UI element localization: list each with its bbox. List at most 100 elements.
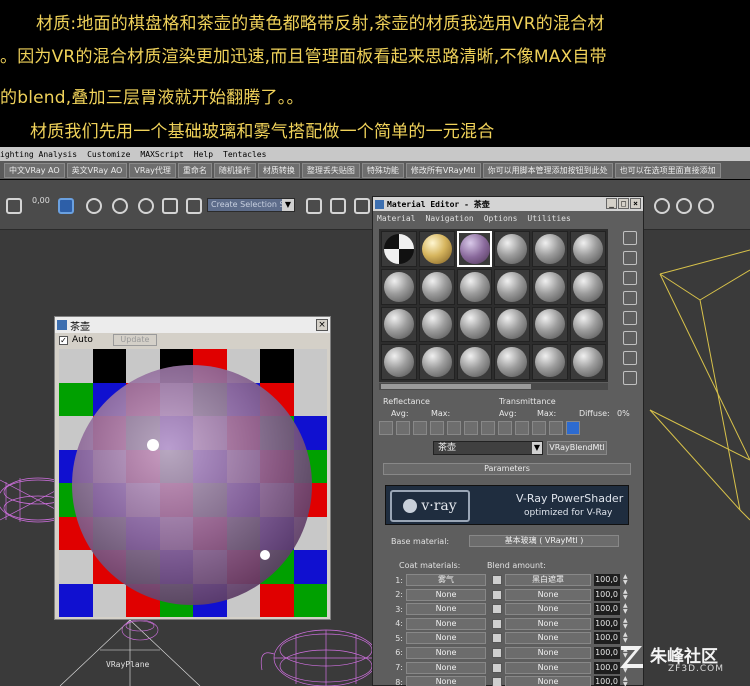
blend-amount-spinner[interactable]: 100,0 bbox=[594, 588, 620, 601]
sample-slot-active[interactable] bbox=[456, 231, 493, 267]
minimize-icon[interactable]: _ bbox=[606, 198, 617, 209]
sample-slot[interactable] bbox=[418, 344, 455, 380]
menu-tentacles[interactable]: Tentacles bbox=[223, 150, 266, 159]
coat-enable-checkbox[interactable] bbox=[492, 618, 502, 629]
sample-slot[interactable] bbox=[381, 306, 417, 343]
menu-navigation[interactable]: Navigation bbox=[426, 214, 474, 223]
sample-slot[interactable] bbox=[381, 268, 417, 305]
menu-utilities[interactable]: Utilities bbox=[527, 214, 570, 223]
sample-slot[interactable] bbox=[456, 344, 493, 380]
coat-material-button[interactable]: None bbox=[406, 661, 486, 674]
close-icon[interactable]: × bbox=[630, 198, 641, 209]
align-icon[interactable] bbox=[330, 198, 346, 214]
sample-slot[interactable] bbox=[532, 231, 569, 267]
maximize-icon[interactable]: □ bbox=[618, 198, 629, 209]
tab-options-hint[interactable]: 也可以在选项里面直接添加 bbox=[614, 162, 721, 178]
sample-slot[interactable] bbox=[570, 306, 606, 343]
blend-amount-map-button[interactable]: None bbox=[505, 676, 591, 686]
sample-uv-icon[interactable] bbox=[623, 291, 637, 305]
blend-amount-spinner[interactable]: 100,0 bbox=[594, 603, 620, 616]
options-icon[interactable] bbox=[623, 351, 637, 365]
material-name-field[interactable]: 茶壶 ▼ bbox=[433, 441, 543, 455]
tab-vray-proxy[interactable]: VRay代理 bbox=[129, 162, 176, 178]
coat-enable-checkbox[interactable] bbox=[492, 647, 502, 658]
mirror-icon[interactable] bbox=[306, 198, 322, 214]
tab-en-vray-ao[interactable]: 英文VRay AO bbox=[66, 162, 128, 178]
spinner-arrows-icon[interactable]: ▲▼ bbox=[623, 574, 629, 586]
sample-type-icon[interactable] bbox=[623, 231, 637, 245]
go-to-parent-icon[interactable] bbox=[549, 421, 563, 435]
make-unique-icon[interactable] bbox=[464, 421, 478, 435]
put-to-library-icon[interactable] bbox=[481, 421, 495, 435]
blend-amount-map-button[interactable]: None bbox=[505, 661, 591, 674]
magnet-percent-icon[interactable] bbox=[138, 198, 154, 214]
sample-slot[interactable] bbox=[418, 306, 455, 343]
coat-material-button[interactable]: None bbox=[406, 646, 486, 659]
blend-amount-map-button[interactable]: None bbox=[505, 632, 591, 645]
material-type-button[interactable]: VRayBlendMtl bbox=[547, 441, 607, 455]
coat-material-button[interactable]: 雾气 bbox=[406, 574, 486, 586]
menu-maxscript[interactable]: MAXScript bbox=[140, 150, 183, 159]
blend-amount-map-button[interactable]: None bbox=[505, 588, 591, 601]
copy-material-icon[interactable] bbox=[447, 421, 461, 435]
menu-help[interactable]: Help bbox=[194, 150, 213, 159]
sample-slot[interactable] bbox=[456, 268, 493, 305]
base-material-button[interactable]: 基本玻璃 ( VRayMtl ) bbox=[469, 535, 619, 547]
render-setup-icon[interactable] bbox=[654, 198, 670, 214]
sample-slot[interactable] bbox=[494, 344, 531, 380]
menu-options[interactable]: Options bbox=[484, 214, 518, 223]
video-color-icon[interactable] bbox=[623, 311, 637, 325]
blend-amount-spinner[interactable]: 100,0 bbox=[594, 676, 620, 686]
blend-amount-map-button[interactable]: None bbox=[505, 646, 591, 659]
sample-slot[interactable] bbox=[494, 268, 531, 305]
sample-slot[interactable] bbox=[532, 306, 569, 343]
backlight-icon[interactable] bbox=[623, 251, 637, 265]
put-to-scene-icon[interactable] bbox=[396, 421, 410, 435]
sample-slot[interactable] bbox=[494, 306, 531, 343]
coat-enable-checkbox[interactable] bbox=[492, 589, 502, 600]
spinner-arrows-icon[interactable]: ▲▼ bbox=[623, 588, 629, 601]
scroll-thumb[interactable] bbox=[381, 384, 531, 389]
reset-material-icon[interactable] bbox=[430, 421, 444, 435]
go-forward-sibling-icon[interactable] bbox=[566, 421, 580, 435]
blend-amount-spinner[interactable]: 100,0 bbox=[594, 632, 620, 645]
quick-render-icon[interactable] bbox=[698, 198, 714, 214]
menu-lighting-analysis[interactable]: ighting Analysis bbox=[0, 150, 77, 159]
tab-script-manager-hint[interactable]: 你可以用脚本管理添加按钮到此处 bbox=[482, 162, 613, 178]
coat-enable-checkbox[interactable] bbox=[492, 604, 502, 615]
sample-slot[interactable] bbox=[418, 268, 455, 305]
layer-icon[interactable] bbox=[354, 198, 370, 214]
tab-missing-maps[interactable]: 整理丢失贴图 bbox=[301, 162, 360, 178]
sample-slot[interactable] bbox=[381, 231, 417, 267]
coat-enable-checkbox[interactable] bbox=[492, 677, 502, 686]
material-preview-window[interactable]: 茶壶 × ✓ Auto Update bbox=[54, 316, 331, 620]
background-icon[interactable] bbox=[623, 271, 637, 285]
sample-slot[interactable] bbox=[494, 231, 531, 267]
show-map-icon[interactable] bbox=[515, 421, 529, 435]
blend-amount-spinner[interactable]: 100,0 bbox=[594, 617, 620, 630]
sample-slot[interactable] bbox=[381, 344, 417, 380]
coat-material-button[interactable]: None bbox=[406, 676, 486, 686]
percent-snap-icon[interactable] bbox=[58, 198, 74, 214]
sample-slot[interactable] bbox=[570, 268, 606, 305]
coat-material-button[interactable]: None bbox=[406, 632, 486, 645]
assign-material-icon[interactable] bbox=[413, 421, 427, 435]
parameters-rollout[interactable]: Parameters bbox=[383, 463, 631, 475]
spinner-icon[interactable] bbox=[162, 198, 178, 214]
coat-enable-checkbox[interactable] bbox=[492, 633, 502, 644]
sample-slot[interactable] bbox=[532, 268, 569, 305]
select-by-material-icon[interactable] bbox=[623, 371, 637, 385]
sample-slot[interactable] bbox=[418, 231, 455, 267]
slots-scrollbar[interactable] bbox=[379, 383, 608, 390]
blend-amount-map-button[interactable]: None bbox=[505, 603, 591, 616]
sample-slot[interactable] bbox=[570, 344, 606, 380]
blend-amount-spinner[interactable]: 100,0 bbox=[594, 574, 620, 586]
material-editor-window[interactable]: Material Editor - 茶壶 _ □ × Material Navi… bbox=[372, 196, 644, 686]
edit-named-sets-icon[interactable] bbox=[186, 198, 202, 214]
spinner-arrows-icon[interactable]: ▲▼ bbox=[623, 603, 629, 615]
tab-modify-vraymtl[interactable]: 修改所有VRayMtl bbox=[405, 162, 481, 178]
material-editor-titlebar[interactable]: Material Editor - 茶壶 _ □ × bbox=[373, 197, 643, 211]
sample-slot[interactable] bbox=[532, 344, 569, 380]
sample-slot[interactable] bbox=[570, 231, 606, 267]
coat-material-button[interactable]: None bbox=[406, 617, 486, 630]
